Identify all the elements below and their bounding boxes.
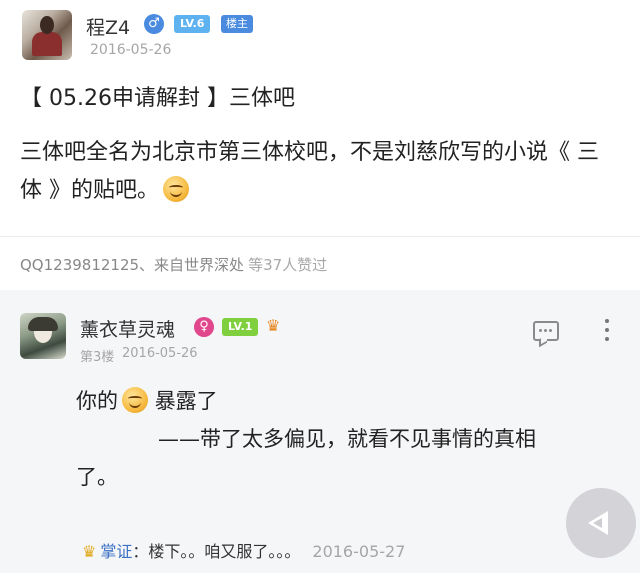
comment-icon[interactable] — [533, 321, 559, 341]
reply-author-avatar[interactable] — [20, 313, 66, 359]
likes-count[interactable]: 等37人赞过 — [248, 256, 327, 274]
author-avatar[interactable] — [22, 10, 72, 60]
reply-author-name[interactable]: 薰衣草灵魂 — [80, 315, 175, 342]
crown-icon: ♛ — [266, 316, 281, 335]
reply-line1: 你的 — [76, 389, 118, 413]
crown-icon: ♛ — [82, 542, 97, 561]
post-title: 【 05.26申请解封 】三体吧 — [20, 86, 295, 111]
post-source: QQ1239812125、来自世界深处 — [20, 256, 245, 274]
reply-floor: 第3楼 — [80, 350, 115, 365]
reply-text: 你的 暴露了 ——带了太多偏见，就看不见事情的真相 了。 — [76, 382, 624, 496]
sub-reply-author[interactable]: 掌证 — [100, 542, 132, 561]
back-triangle-icon[interactable] — [566, 488, 636, 558]
male-gender-icon: ♂ — [144, 14, 164, 34]
reply-level-badge: LV.1 — [222, 318, 259, 336]
more-vertical-icon[interactable] — [605, 319, 609, 341]
post-meta: QQ1239812125、来自世界深处 等37人赞过 — [20, 254, 327, 275]
reply-line3: 了。 — [76, 465, 118, 489]
reply-date: 2016-05-26 — [122, 346, 198, 361]
post-body: 三体吧全名为北京市第三体校吧，不是刘慈欣写的小说《 三体 》的贴吧。 — [20, 134, 620, 210]
sub-reply-text: 楼下。。咱又服了。。。 — [148, 542, 301, 561]
owner-badge: 楼主 — [221, 15, 253, 33]
reply-line1-suffix: 暴露了 — [154, 389, 218, 413]
sub-reply[interactable]: ♛ 掌证：楼下。。咱又服了。。。 2016-05-27 — [82, 538, 405, 562]
post-date: 2016-05-26 — [90, 42, 172, 58]
sub-reply-date: 2016-05-27 — [312, 542, 406, 561]
divider — [0, 236, 640, 237]
female-gender-icon: ♀ — [194, 317, 214, 337]
smiley-emoji-icon — [122, 387, 148, 413]
level-badge: LV.6 — [174, 15, 211, 33]
reply-line2: ——带了太多偏见，就看不见事情的真相 — [158, 427, 536, 451]
smiley-emoji-icon — [163, 176, 189, 202]
author-name[interactable]: 程Z4 — [86, 13, 130, 40]
post-body-text: 三体吧全名为北京市第三体校吧，不是刘慈欣写的小说《 三体 》的贴吧。 — [20, 140, 599, 203]
